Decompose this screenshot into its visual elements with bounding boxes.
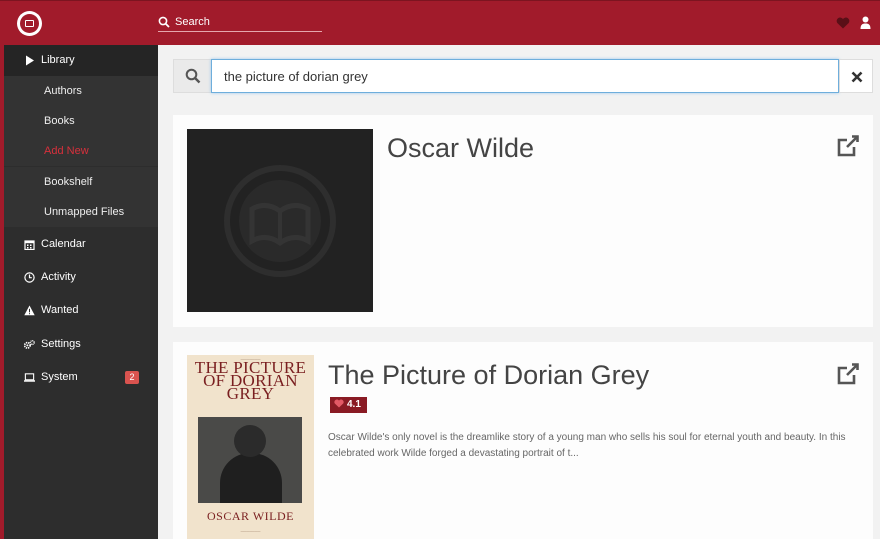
book-result-card[interactable]: ─────── The Picture Of Dorian Grey Oscar… <box>173 342 873 539</box>
sidebar-item-system[interactable]: System 2 <box>4 362 158 393</box>
rating-value: 4.1 <box>347 399 361 410</box>
sidebar-item-label: Library <box>41 54 75 66</box>
app-logo[interactable] <box>17 11 42 36</box>
system-status-badge: 2 <box>125 371 139 384</box>
sidebar-item-library[interactable]: Library <box>4 45 158 76</box>
book-overview: Oscar Wilde's only novel is the dreamlik… <box>328 432 846 459</box>
play-icon <box>26 55 34 66</box>
sidebar: Library Authors Books Add New Bookshelf … <box>4 45 158 539</box>
external-link-icon[interactable] <box>837 363 859 385</box>
sidebar-item-label: Unmapped Files <box>44 206 125 218</box>
cover-author: Oscar Wilde <box>207 509 294 523</box>
sidebar-item-settings[interactable]: Settings <box>4 329 158 360</box>
search-addon <box>173 59 211 93</box>
sidebar-item-label: Bookshelf <box>44 176 93 188</box>
sidebar-item-label: Authors <box>44 85 82 97</box>
clock-icon <box>24 272 35 283</box>
sidebar-sub-books[interactable]: Books <box>4 106 158 136</box>
cover-title: The Picture Of Dorian Grey <box>194 358 307 403</box>
heart-icon <box>334 399 344 408</box>
warning-icon <box>24 305 35 316</box>
sidebar-item-label: Activity <box>41 271 76 283</box>
cogs-icon <box>24 340 35 349</box>
heart-icon[interactable] <box>836 17 850 29</box>
author-name[interactable]: Oscar Wilde <box>387 133 534 164</box>
search-icon <box>158 16 170 28</box>
sidebar-sub-add-new[interactable]: Add New <box>4 136 158 166</box>
global-search[interactable]: Search <box>158 15 322 32</box>
logo-inner <box>20 14 39 33</box>
sidebar-sub-authors[interactable]: Authors <box>4 76 158 106</box>
placeholder-logo-icon <box>224 165 336 277</box>
user-icon[interactable] <box>860 16 871 29</box>
sidebar-item-label: Books <box>44 115 75 127</box>
global-search-placeholder: Search <box>175 16 210 28</box>
sidebar-item-calendar[interactable]: Calendar <box>4 229 158 260</box>
sidebar-item-wanted[interactable]: Wanted <box>4 295 158 326</box>
search-icon <box>185 68 201 84</box>
sidebar-item-activity[interactable]: Activity <box>4 262 158 293</box>
sidebar-item-label: System <box>41 371 78 383</box>
cover-bottom-rule: ─────── <box>240 529 261 534</box>
sidebar-item-label: Add New <box>44 145 89 157</box>
sidebar-sub-bookshelf[interactable]: Bookshelf <box>4 167 158 197</box>
sidebar-item-label: Wanted <box>41 304 79 316</box>
book-title[interactable]: The Picture of Dorian Grey <box>328 360 649 391</box>
top-header-bar: Search <box>0 0 880 45</box>
portrait-body <box>220 453 282 503</box>
cover-portrait <box>198 417 302 503</box>
search-query-input[interactable] <box>211 59 839 93</box>
author-poster <box>187 129 373 312</box>
sidebar-sub-unmapped-files[interactable]: Unmapped Files <box>4 197 158 227</box>
external-link-icon[interactable] <box>837 135 859 157</box>
sidebar-item-label: Settings <box>41 338 81 350</box>
close-icon <box>851 71 863 83</box>
portrait-head <box>234 425 266 457</box>
book-cover: ─────── The Picture Of Dorian Grey Oscar… <box>187 355 314 539</box>
book-logo-icon <box>25 20 34 27</box>
rating-badge: 4.1 <box>330 397 367 413</box>
clear-search-button[interactable] <box>839 59 873 93</box>
laptop-icon <box>24 373 35 382</box>
calendar-icon <box>24 240 35 250</box>
author-result-card[interactable]: Oscar Wilde <box>173 115 873 327</box>
sidebar-item-label: Calendar <box>41 238 86 250</box>
